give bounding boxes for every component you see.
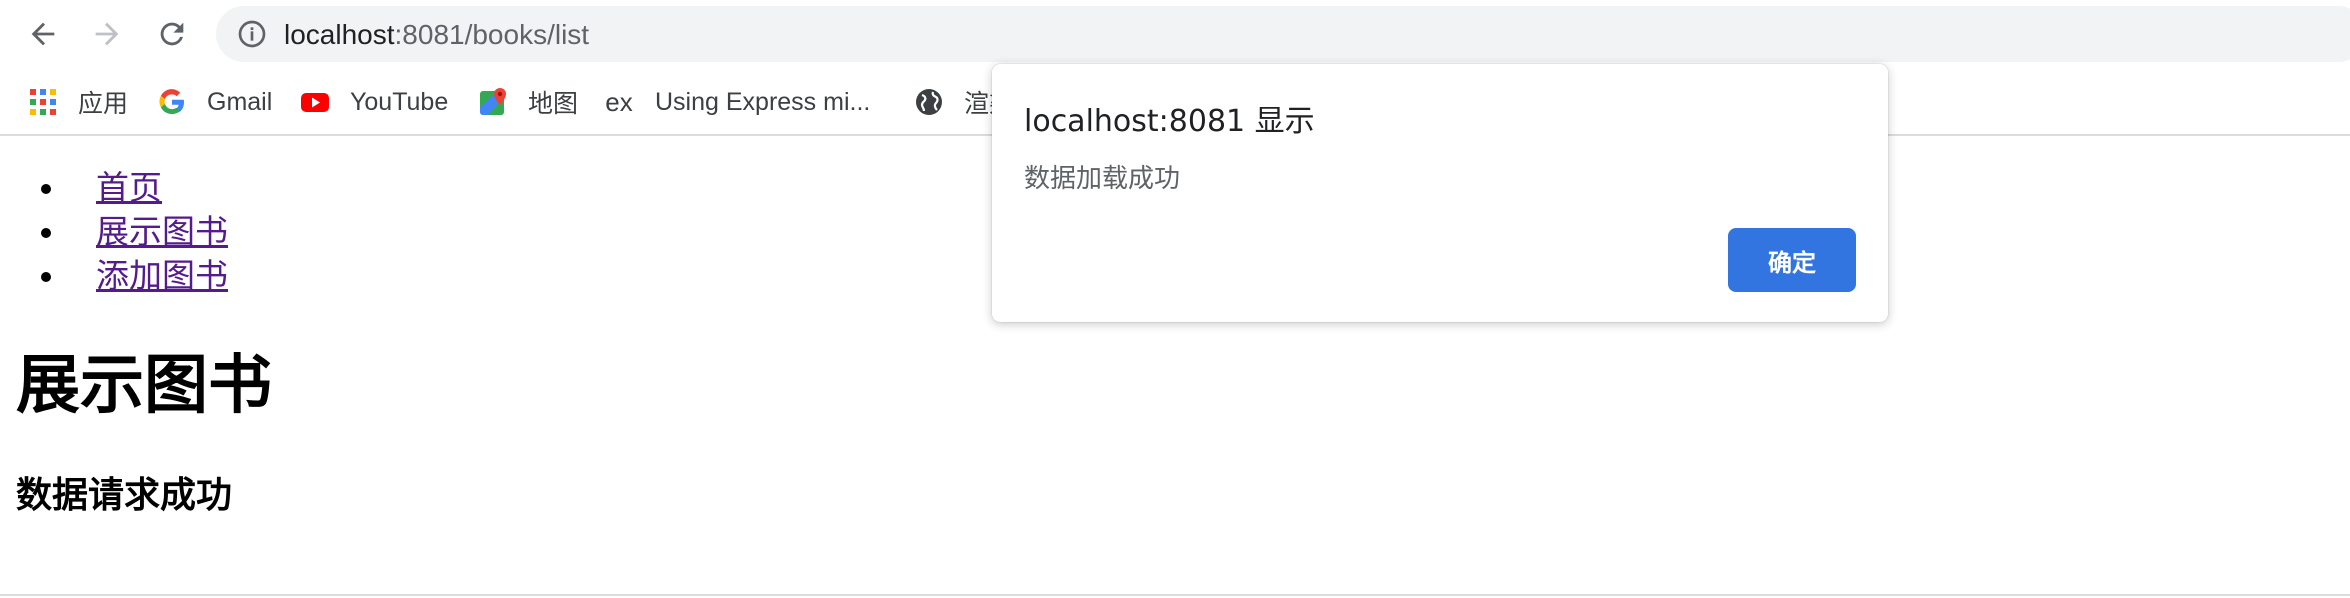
google-g-icon bbox=[157, 87, 187, 117]
nav-item-add: 添加图书 bbox=[41, 254, 228, 298]
page-title: 展示图书 bbox=[16, 349, 272, 423]
bookmark-maps[interactable]: 地图 bbox=[478, 80, 578, 124]
nav-link-home[interactable]: 首页 bbox=[96, 168, 162, 207]
nav-item-list: 展示图书 bbox=[41, 210, 228, 254]
bookmark-label: 应用 bbox=[78, 90, 129, 118]
express-icon: ex bbox=[605, 86, 633, 117]
nav-list: 首页 展示图书 添加图书 bbox=[41, 166, 228, 298]
address-bar[interactable]: localhost:8081/books/list bbox=[216, 6, 2350, 62]
youtube-icon bbox=[300, 87, 330, 117]
bookmark-label: YouTube bbox=[350, 87, 449, 116]
forward-button[interactable] bbox=[85, 12, 129, 56]
arrow-right-icon bbox=[95, 22, 119, 46]
dialog-title: localhost:8081 显示 bbox=[1024, 104, 1315, 139]
globe-icon bbox=[914, 87, 944, 117]
dialog-message: 数据加载成功 bbox=[1024, 164, 1181, 194]
url-path: :8081/books/list bbox=[394, 19, 590, 50]
bookmark-express[interactable]: ex Using Express mi... bbox=[603, 80, 870, 124]
nav-link-add-book[interactable]: 添加图书 bbox=[96, 256, 228, 295]
apps-grid-icon bbox=[28, 87, 58, 117]
bookmark-label: Using Express mi... bbox=[655, 87, 871, 116]
info-icon[interactable] bbox=[236, 18, 268, 50]
url-host: localhost bbox=[284, 19, 395, 50]
maps-pin-icon bbox=[478, 87, 508, 117]
back-button[interactable] bbox=[21, 12, 65, 56]
bookmark-label: 地图 bbox=[528, 90, 579, 118]
alert-dialog: localhost:8081 显示 数据加载成功 确定 bbox=[992, 64, 1888, 322]
reload-button[interactable] bbox=[150, 12, 194, 56]
ok-button[interactable]: 确定 bbox=[1728, 228, 1856, 292]
bookmark-gmail[interactable]: Gmail bbox=[157, 80, 272, 124]
bookmark-youtube[interactable]: YouTube bbox=[300, 80, 448, 124]
browser-toolbar: localhost:8081/books/list bbox=[0, 0, 2350, 68]
nav-link-list-books[interactable]: 展示图书 bbox=[96, 212, 228, 251]
arrow-left-icon bbox=[31, 22, 55, 46]
bottom-border bbox=[0, 594, 2350, 596]
nav-item-home: 首页 bbox=[41, 166, 228, 210]
reload-icon bbox=[160, 22, 184, 46]
bookmark-label: Gmail bbox=[207, 87, 273, 116]
bookmark-apps[interactable]: 应用 bbox=[28, 80, 128, 124]
url-text[interactable]: localhost:8081/books/list bbox=[284, 19, 589, 51]
status-message: 数据请求成功 bbox=[16, 475, 233, 516]
